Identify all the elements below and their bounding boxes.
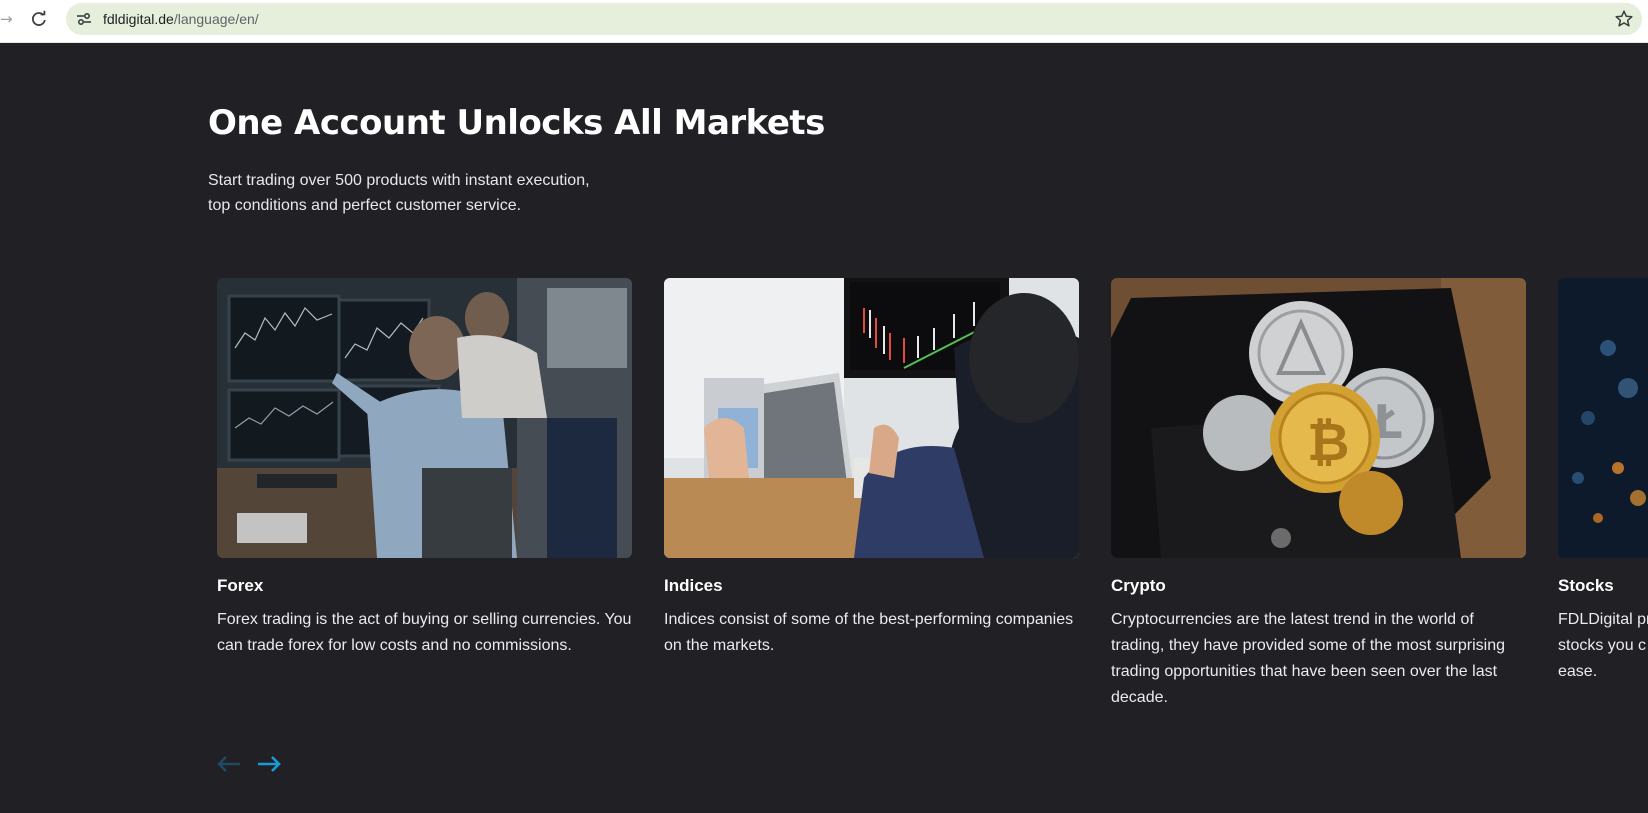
card-text-stocks-line-3: ease. [1558, 663, 1598, 680]
card-title-stocks: Stocks [1558, 576, 1614, 595]
card-text-forex: Forex trading is the act of buying or se… [217, 611, 632, 654]
bookmark-star-icon[interactable] [1614, 9, 1634, 29]
url-domain: fdldigital.de [103, 11, 174, 27]
subtitle-line-2: top conditions and perfect customer serv… [208, 197, 522, 214]
crypto-image: Ł ₿ [1111, 278, 1526, 558]
card-text-indices: Indices consist of some of the best-perf… [664, 611, 1074, 654]
arrow-right-icon[interactable] [254, 752, 284, 776]
svg-text:₿: ₿ [1307, 413, 1349, 473]
page-title: One Account Unlocks All Markets [208, 103, 825, 143]
card-title-indices: Indices [664, 576, 723, 595]
card-title-forex: Forex [217, 576, 264, 595]
market-card-indices[interactable]: Indices Indices consist of some of the b… [664, 278, 1079, 659]
market-card-crypto[interactable]: Ł ₿ Crypto Cryptocurrencies are the late… [1111, 278, 1526, 711]
url-text[interactable]: fdldigital.de/language/en/ [103, 3, 259, 35]
arrow-left-icon[interactable] [214, 752, 244, 776]
card-text-crypto: Cryptocurrencies are the latest trend in… [1111, 611, 1505, 706]
card-text-stocks: FDLDigital pr stocks you c ease. [1558, 607, 1648, 685]
stocks-image [1558, 278, 1648, 558]
site-info-icon[interactable] [75, 10, 93, 28]
card-text-stocks-line-2: stocks you c [1558, 637, 1647, 654]
forward-icon[interactable]: → [0, 9, 16, 29]
browser-toolbar: → fdldigital.de/language/en/ [0, 0, 1648, 43]
reload-icon[interactable] [28, 8, 50, 30]
subtitle-line-1: Start trading over 500 products with ins… [208, 172, 590, 189]
address-bar[interactable]: fdldigital.de/language/en/ [66, 3, 1642, 35]
indices-image [664, 278, 1079, 558]
market-card-stocks[interactable]: Stocks FDLDigital pr stocks you c ease. [1558, 278, 1648, 685]
page-subtitle: Start trading over 500 products with ins… [208, 168, 628, 218]
market-card-forex[interactable]: Forex Forex trading is the act of buying… [217, 278, 632, 659]
card-text-stocks-line-1: FDLDigital pr [1558, 611, 1648, 628]
card-title-crypto: Crypto [1111, 576, 1166, 595]
url-path: /language/en/ [173, 11, 259, 27]
forex-image [217, 278, 632, 558]
